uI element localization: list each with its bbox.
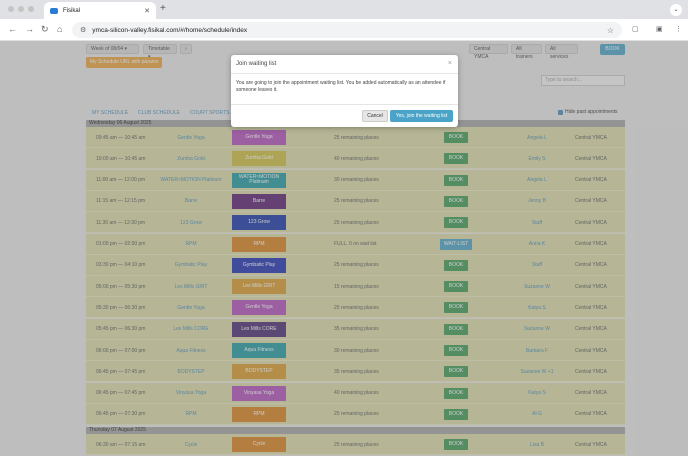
browser-tab-bar: Fisikal ✕ + ⌄: [0, 0, 688, 19]
dialog-body: You are going to join the appointment wa…: [236, 80, 446, 93]
cancel-button[interactable]: Cancel: [362, 110, 388, 122]
home-icon[interactable]: ⌂: [57, 24, 62, 34]
tab-menu-chevron-icon[interactable]: ⌄: [670, 4, 682, 16]
address-bar[interactable]: ⚙ ymca-silicon-valley.fisikal.com/#/home…: [72, 22, 622, 38]
dialog-divider: [231, 73, 458, 74]
address-url[interactable]: ymca-silicon-valley.fisikal.com/#/home/s…: [92, 27, 607, 34]
reload-icon[interactable]: ↻: [41, 24, 49, 35]
new-tab-icon[interactable]: +: [160, 3, 166, 14]
site-info-icon[interactable]: ⚙: [80, 26, 86, 34]
join-waiting-list-button[interactable]: Yes, join the waiting list: [390, 110, 453, 122]
window-controls[interactable]: [8, 6, 34, 12]
tab-title: Fisikal: [63, 7, 81, 14]
close-window-dot[interactable]: [8, 6, 14, 12]
browser-toolbar: ← → ↻ ⌂ ⚙ ymca-silicon-valley.fisikal.co…: [0, 19, 688, 41]
extensions-icon[interactable]: ▢: [632, 25, 639, 33]
bookmark-star-icon[interactable]: ☆: [607, 26, 614, 35]
fisikal-favicon-icon: [50, 7, 58, 14]
minimize-window-dot[interactable]: [18, 6, 24, 12]
join-waiting-list-dialog: Join waiting list × You are going to joi…: [231, 55, 458, 127]
profile-icon[interactable]: ▣: [656, 25, 663, 33]
forward-arrow-icon[interactable]: →: [25, 24, 34, 34]
maximize-window-dot[interactable]: [28, 6, 34, 12]
back-arrow-icon[interactable]: ←: [8, 24, 17, 34]
dialog-footer-divider: [231, 104, 458, 105]
close-icon[interactable]: ×: [448, 60, 452, 67]
browser-tab[interactable]: Fisikal ✕: [44, 2, 156, 19]
menu-kebab-icon[interactable]: ⋮: [675, 25, 682, 33]
close-tab-icon[interactable]: ✕: [144, 7, 150, 15]
dialog-title: Join waiting list: [236, 61, 277, 67]
